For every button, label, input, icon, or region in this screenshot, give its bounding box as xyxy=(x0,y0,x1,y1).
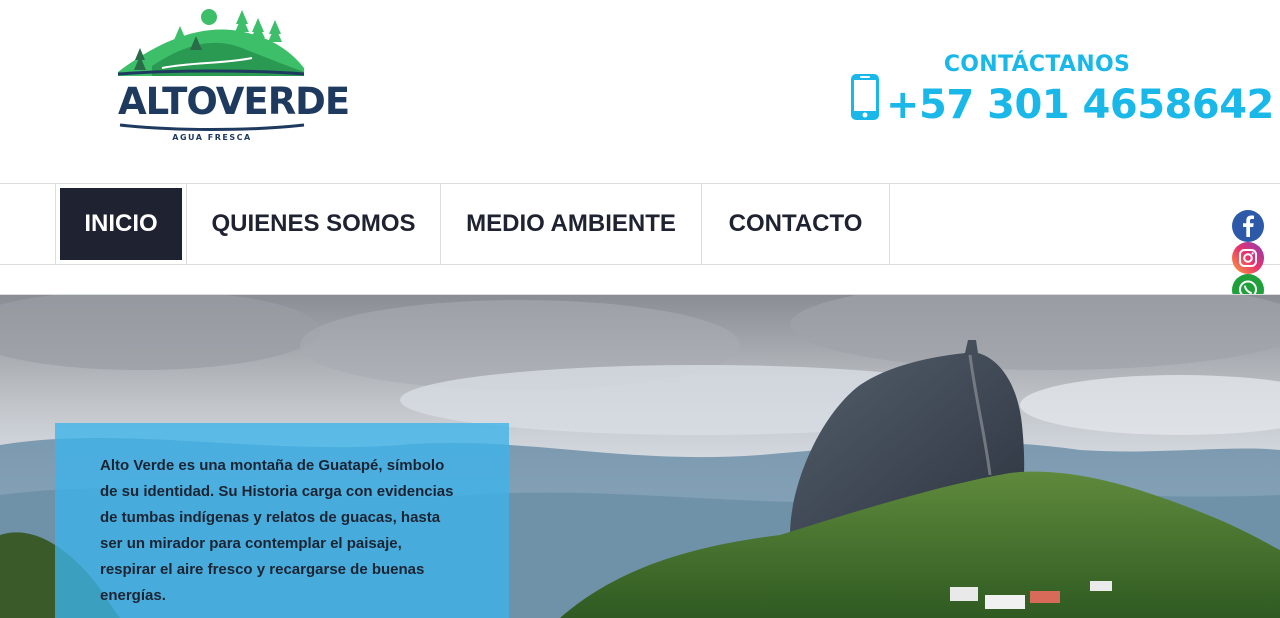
mountain-logo-icon xyxy=(117,9,305,76)
nav-item-label: QUIENES SOMOS xyxy=(211,210,416,237)
nav-item-label: MEDIO AMBIENTE xyxy=(466,210,676,237)
logo-tagline: AGUA FRESCA xyxy=(172,133,252,142)
instagram-icon xyxy=(1239,249,1257,267)
altoverde-logo[interactable]: ALTOVERDE AGUA FRESCA xyxy=(112,6,350,146)
contact-title: CONTÁCTANOS xyxy=(943,52,1131,77)
main-navigation: INICIO QUIENES SOMOS MEDIO AMBIENTE CONT… xyxy=(0,183,1280,265)
nav-item-contacto[interactable]: CONTACTO xyxy=(702,184,890,264)
nav-item-label: INICIO xyxy=(60,188,182,260)
instagram-icon[interactable] xyxy=(1232,242,1264,274)
phone-icon xyxy=(851,74,879,120)
nav-item-inicio[interactable]: INICIO xyxy=(56,184,187,264)
logo-wordmark: ALTOVERDE xyxy=(118,80,350,123)
site-header: ALTOVERDE AGUA FRESCA CONTÁCTANOS +57 30… xyxy=(0,0,1280,184)
nav-list: INICIO QUIENES SOMOS MEDIO AMBIENTE CONT… xyxy=(55,184,890,264)
nav-item-label: CONTACTO xyxy=(728,210,863,237)
hero-info-box: Alto Verde es una montaña de Guatapé, sí… xyxy=(55,423,509,618)
facebook-icon[interactable] xyxy=(1232,210,1264,242)
facebook-icon xyxy=(1243,215,1254,237)
hero-description: Alto Verde es una montaña de Guatapé, sí… xyxy=(100,457,454,604)
nav-item-medio-ambiente[interactable]: MEDIO AMBIENTE xyxy=(441,184,702,264)
nav-item-quienes-somos[interactable]: QUIENES SOMOS xyxy=(187,184,441,264)
contact-phone-number[interactable]: +57 301 4658642 xyxy=(886,82,1274,128)
